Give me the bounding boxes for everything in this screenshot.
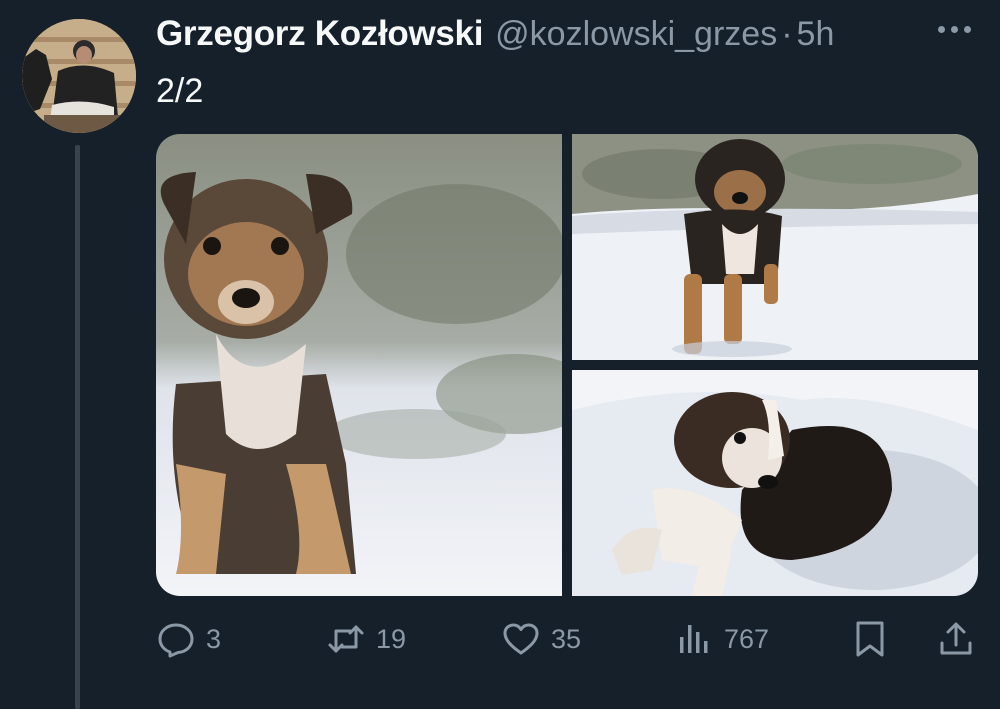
heart-icon bbox=[503, 623, 539, 655]
like-count: 35 bbox=[551, 623, 582, 654]
media-grid bbox=[156, 134, 978, 596]
puppy-standing-image bbox=[572, 134, 978, 360]
tweet-text: 2/2 bbox=[156, 72, 204, 110]
puppy-sitting-image bbox=[156, 134, 562, 596]
author-display-name[interactable]: Grzegorz Kozłowski bbox=[156, 14, 483, 54]
retweet-count: 19 bbox=[376, 623, 407, 654]
avatar[interactable] bbox=[22, 19, 136, 133]
tweet-timestamp[interactable]: 5h bbox=[797, 15, 835, 54]
photo-puppy-sitting[interactable] bbox=[156, 134, 562, 596]
views-count: 767 bbox=[724, 623, 770, 654]
retweet-button[interactable]: 19 bbox=[326, 616, 406, 662]
share-icon bbox=[940, 622, 972, 655]
share-button[interactable] bbox=[936, 616, 976, 662]
reply-count: 3 bbox=[206, 623, 222, 654]
bookmark-icon bbox=[856, 621, 884, 657]
like-button[interactable]: 35 bbox=[501, 616, 581, 662]
thread-line bbox=[75, 145, 80, 709]
separator-dot: · bbox=[781, 15, 793, 53]
avatar-image bbox=[22, 19, 136, 133]
views-button[interactable]: 767 bbox=[674, 616, 769, 662]
photo-puppy-lying[interactable] bbox=[572, 370, 978, 596]
action-bar: 3 19 35 767 bbox=[156, 616, 978, 662]
reply-icon bbox=[158, 623, 194, 658]
more-options-icon[interactable] bbox=[938, 26, 971, 33]
reply-button[interactable]: 3 bbox=[156, 616, 221, 662]
tweet[interactable]: Grzegorz Kozłowski @kozlowski_grzes · 5h… bbox=[0, 0, 1000, 709]
author-handle[interactable]: @kozlowski_grzes bbox=[495, 15, 777, 54]
tweet-header: Grzegorz Kozłowski @kozlowski_grzes · 5h bbox=[156, 14, 834, 54]
analytics-icon bbox=[680, 625, 708, 653]
retweet-icon bbox=[328, 625, 364, 653]
puppy-lying-image bbox=[572, 370, 978, 596]
photo-puppy-standing[interactable] bbox=[572, 134, 978, 360]
bookmark-button[interactable] bbox=[850, 616, 890, 662]
